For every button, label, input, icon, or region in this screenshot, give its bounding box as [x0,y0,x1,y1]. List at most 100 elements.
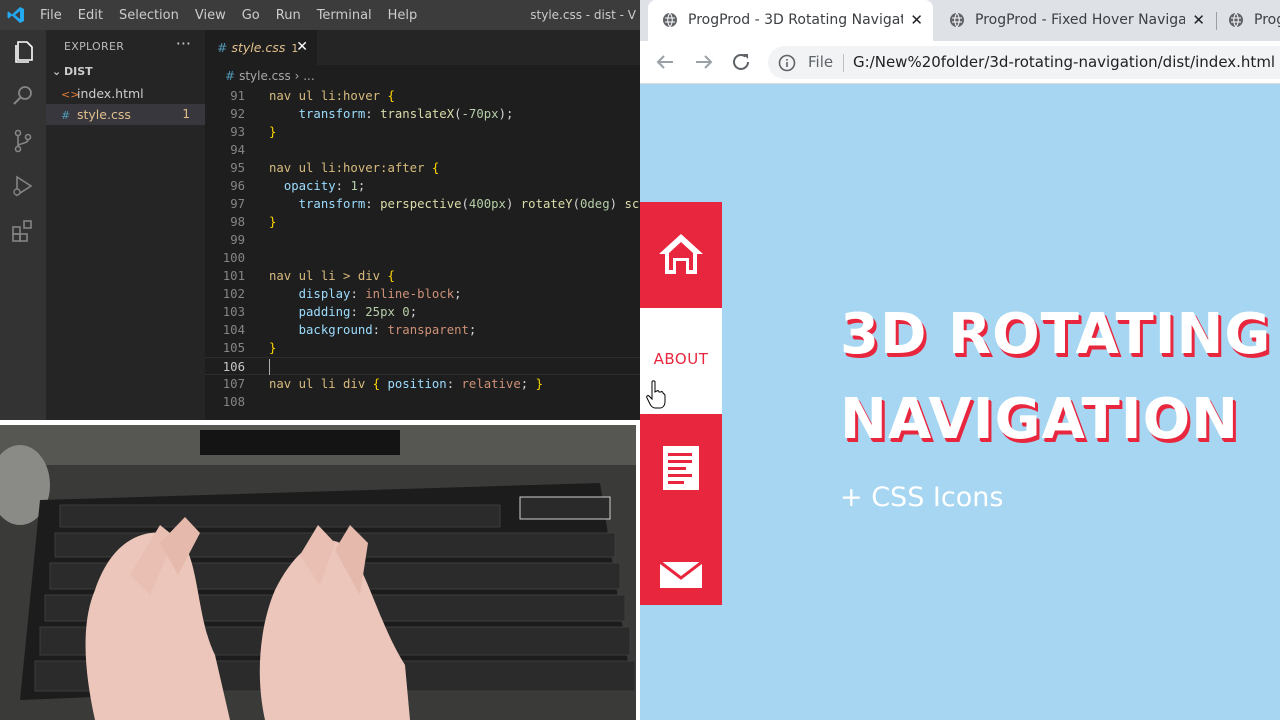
url-text[interactable]: G:/New%20folder/3d-rotating-navigation/d… [853,46,1275,79]
code-token: perspective [380,197,462,211]
code-token: display [298,287,351,301]
code-token: ; [454,287,462,301]
menu-selection[interactable]: Selection [119,8,187,23]
hero-title-line1: 3D ROTATING [840,302,1272,367]
menu-edit[interactable]: Edit [78,8,111,23]
code-line[interactable]: 100 [205,249,640,267]
code-token: { [387,269,395,283]
code-token: ); [498,107,514,121]
browser-tab-fixed-hover[interactable]: ProgProd - Fixed Hover Navigatio ✕ [935,0,1215,41]
code-line[interactable]: 108 [205,393,640,411]
code-line[interactable]: 98} [205,213,640,231]
forward-icon[interactable] [692,50,716,74]
code-token: { [431,161,440,175]
code-text: display: inline-block; [269,285,462,303]
browser-tab-third[interactable]: Prog [1218,0,1280,41]
close-icon[interactable]: ✕ [910,0,923,41]
code-line[interactable]: 92 transform: translateX(-70px); [205,105,640,123]
tab-title: ProgProd - 3D Rotating Navigatio [688,12,903,28]
window-title: style.css - dist - V [530,8,636,22]
vscode-window: File Edit Selection View Go Run Terminal Help s… [0,0,640,420]
editor-tabs: # style.css 1 ✕ [205,30,640,65]
source-control-icon[interactable] [9,127,37,155]
code-token: padding [298,305,351,319]
line-number: 97 [230,197,245,211]
code-token: 0deg [580,197,610,211]
code-token: ; [468,323,477,337]
code-token: -70px [461,107,499,121]
code-line[interactable]: 97 transform: perspective(400px) rotateY… [205,195,640,213]
info-icon[interactable] [778,54,796,72]
code-line[interactable]: 104 background: transparent; [205,321,640,339]
file-index-html[interactable]: <>index.html [46,83,205,104]
code-token: } [535,377,543,391]
breadcrumb-file[interactable]: style.css [239,69,291,83]
code-text: nav ul li div { position: relative; } [269,375,543,393]
code-token: rotateY [520,197,573,211]
nav-item-contact[interactable] [640,520,722,605]
code-line[interactable]: 93} [205,123,640,141]
breadcrumb-rest[interactable]: ... [303,69,314,83]
code-line[interactable]: 103 padding: 25px 0; [205,303,640,321]
nav-item-home[interactable] [640,202,722,308]
menu-go[interactable]: Go [242,8,268,23]
menu-help[interactable]: Help [388,8,426,23]
code-line[interactable]: 91 nav ul li:hover { [205,87,640,105]
search-icon[interactable] [9,82,37,110]
run-debug-icon[interactable] [9,172,37,200]
code-text: padding: 25px 0; [269,303,417,321]
back-icon[interactable] [653,50,677,74]
menu-terminal[interactable]: Terminal [317,8,380,23]
code-line[interactable]: 96 opacity: 1; [205,177,640,195]
code-text: } [269,123,276,141]
close-icon[interactable]: ✕ [1192,0,1205,41]
address-bar[interactable]: File G:/New%20folder/3d-rotating-navigat… [768,46,1280,79]
code-token: 1 [350,179,358,193]
code-text: nav ul li:hover { [269,87,395,105]
file-style-css[interactable]: # style.css 1 [46,104,205,125]
code-token: : [372,323,388,337]
tab-style-css[interactable]: # style.css 1 ✕ [205,30,317,65]
code-token: nav ul li > div [269,269,381,283]
code-line[interactable]: 95 nav ul li:hover:after { [205,159,640,177]
code-line[interactable]: 94 [205,141,640,159]
code-line[interactable]: 99 [205,231,640,249]
code-token: ( [461,197,469,211]
file-scheme-label: File [808,53,834,71]
vscode-logo-icon [7,7,24,23]
line-number: 104 [222,323,245,337]
code-token: : [446,377,462,391]
code-line[interactable]: 106 [205,357,640,375]
line-number: 95 [230,161,245,175]
code-token: } [269,341,277,355]
line-number: 96 [230,179,245,193]
tab-label: style.css [231,40,286,55]
folder-dist[interactable]: ⌄ DIST [52,65,93,78]
code-line[interactable]: 102 display: inline-block; [205,285,640,303]
code-line[interactable]: 101 nav ul li > div { [205,267,640,285]
close-icon[interactable]: ✕ [296,31,308,64]
menu-run[interactable]: Run [276,8,309,23]
code-token: ; [520,377,536,391]
line-number: 101 [222,269,245,283]
nav-item-article[interactable] [640,414,722,520]
chevron-right-icon: › [290,69,304,83]
reload-icon[interactable] [729,50,753,74]
line-number: 102 [222,287,245,301]
code-line[interactable]: 105} [205,339,640,357]
more-actions-icon[interactable]: ··· [176,34,191,53]
explorer-icon[interactable] [9,38,37,66]
extensions-icon[interactable] [9,217,37,245]
home-icon [659,234,703,274]
line-number: 108 [222,395,245,409]
line-number: 99 [230,233,245,247]
code-line[interactable]: 107 nav ul li div { position: relative; } [205,375,640,393]
menu-file[interactable]: File [40,8,70,23]
browser-tab-3d-rotating[interactable]: ProgProd - 3D Rotating Navigatio ✕ [648,0,933,41]
code-token: translateX [380,107,455,121]
menu-view[interactable]: View [195,8,234,23]
vscode-titlebar: File Edit Selection View Go Run Terminal Help s… [0,0,640,30]
